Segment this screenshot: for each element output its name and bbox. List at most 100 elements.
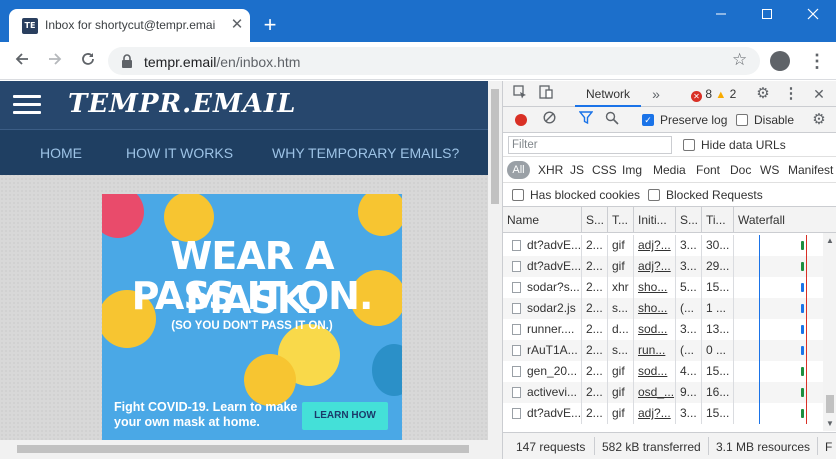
close-devtools-icon[interactable]: ✕ <box>810 85 828 103</box>
more-tabs-icon[interactable]: » <box>647 85 665 103</box>
page-hscroll-thumb[interactable] <box>17 445 469 453</box>
type-filter-doc[interactable]: Doc <box>730 163 751 177</box>
learn-how-button[interactable]: LEARN HOW <box>302 402 388 430</box>
nav-why-temporary-emails[interactable]: WHY TEMPORARY EMAILS? <box>272 145 459 161</box>
profile-avatar-icon[interactable] <box>770 51 790 71</box>
cell-name: gen_20... <box>503 361 581 382</box>
table-row[interactable]: sodar2.js 2... s... sho... (... 1 ... <box>503 298 823 319</box>
tab-network[interactable]: Network <box>575 81 641 107</box>
page-vertical-scrollbar[interactable] <box>488 81 502 440</box>
request-list-scrollbar[interactable]: ▲ ▼ <box>823 233 836 431</box>
type-filter-js[interactable]: JS <box>570 163 584 177</box>
close-window-icon[interactable] <box>790 0 836 30</box>
cell-size: 9... <box>675 382 701 403</box>
request-name: dt?advE... <box>527 238 581 252</box>
column-initiator[interactable]: Initi... <box>633 207 675 233</box>
type-filter-css[interactable]: CSS <box>592 163 617 177</box>
page-scroll-thumb[interactable] <box>491 89 499 204</box>
waterfall-bar <box>801 367 804 376</box>
page-horizontal-scrollbar[interactable] <box>0 440 502 459</box>
browser-tab[interactable]: TE Inbox for shortycut@tempr.emai ✕ <box>9 9 250 42</box>
type-filter-img[interactable]: Img <box>622 163 642 177</box>
record-icon[interactable] <box>515 114 527 126</box>
device-toolbar-icon[interactable] <box>537 85 555 103</box>
tab-close-icon[interactable]: ✕ <box>228 16 246 34</box>
minimize-icon[interactable] <box>698 0 744 30</box>
waterfall-bar <box>801 409 804 418</box>
network-settings-gear-icon[interactable]: ⚙ <box>810 111 828 129</box>
hide-data-urls-checkbox[interactable] <box>683 139 695 151</box>
column-time[interactable]: Ti... <box>701 207 733 233</box>
nav-how-it-works[interactable]: HOW IT WORKS <box>126 145 233 161</box>
cell-initiator[interactable]: sod... <box>633 319 675 340</box>
type-filter-xhr[interactable]: XHR <box>538 163 563 177</box>
request-name: gen_20... <box>527 364 578 378</box>
cell-time: 15... <box>701 403 733 424</box>
cell-initiator[interactable]: adj?... <box>633 235 675 256</box>
column-size[interactable]: S... <box>675 207 701 233</box>
emoji-mask-decoration <box>358 194 402 236</box>
search-icon[interactable] <box>603 111 621 129</box>
filter-input[interactable]: Filter <box>508 136 672 154</box>
new-tab-button[interactable]: + <box>257 12 283 38</box>
cell-initiator[interactable]: run... <box>633 340 675 361</box>
emoji-decoration <box>102 194 144 238</box>
table-row[interactable]: rAuT1A... 2... s... run... (... 0 ... <box>503 340 823 361</box>
type-filter-ws[interactable]: WS <box>760 163 779 177</box>
table-row[interactable]: dt?advE... 2... gif adj?... 3... 30... <box>503 235 823 256</box>
cell-initiator[interactable]: sod... <box>633 361 675 382</box>
type-filter-font[interactable]: Font <box>696 163 720 177</box>
reload-icon[interactable] <box>75 48 101 74</box>
column-name[interactable]: Name <box>503 207 581 233</box>
column-type[interactable]: T... <box>607 207 633 233</box>
site-logo[interactable]: TEMPR.EMAIL <box>68 89 296 119</box>
cell-time: 15... <box>701 277 733 298</box>
request-name: rAuT1A... <box>527 343 578 357</box>
bookmark-star-icon[interactable]: ☆ <box>732 50 747 70</box>
table-row[interactable]: gen_20... 2... gif sod... 4... 15... <box>503 361 823 382</box>
blocked-requests-checkbox[interactable] <box>648 189 660 201</box>
table-row[interactable]: dt?advE... 2... gif adj?... 3... 29... <box>503 256 823 277</box>
type-filter-manifest[interactable]: Manifest <box>788 163 833 177</box>
filter-funnel-icon[interactable] <box>577 111 595 129</box>
type-filter-media[interactable]: Media <box>653 163 686 177</box>
cell-initiator[interactable]: sho... <box>633 277 675 298</box>
table-row[interactable]: runner.... 2... d... sod... 3... 13... <box>503 319 823 340</box>
disable-cache-checkbox[interactable] <box>736 114 748 126</box>
maximize-icon[interactable] <box>744 0 790 30</box>
console-counts[interactable]: ✕ 8 ▲ 2 <box>691 87 736 102</box>
browser-menu-icon[interactable]: ⋮ <box>805 48 829 74</box>
cell-status: 2... <box>581 277 607 298</box>
address-bar[interactable]: tempr.email/en/inbox.htm ☆ <box>108 47 760 75</box>
cell-initiator[interactable]: adj?... <box>633 256 675 277</box>
clear-icon[interactable] <box>540 111 558 129</box>
cell-waterfall <box>733 277 823 298</box>
devtools-menu-icon[interactable]: ⋮ <box>782 85 800 103</box>
request-scroll-thumb[interactable] <box>826 395 834 413</box>
resource-type-filters: All XHR JS CSS Img Media Font Doc WS Man… <box>503 157 836 183</box>
hamburger-menu-icon[interactable] <box>13 95 41 115</box>
nav-home[interactable]: HOME <box>40 145 82 161</box>
waterfall-bar <box>801 325 804 334</box>
column-waterfall[interactable]: Waterfall <box>733 207 836 233</box>
column-status[interactable]: S... <box>581 207 607 233</box>
back-arrow-icon[interactable] <box>9 48 35 74</box>
type-filter-all[interactable]: All <box>507 161 530 179</box>
cell-initiator[interactable]: adj?... <box>633 403 675 424</box>
forward-arrow-icon[interactable] <box>42 48 68 74</box>
has-blocked-cookies-checkbox[interactable] <box>512 189 524 201</box>
cell-status: 2... <box>581 361 607 382</box>
table-row[interactable]: dt?advE... 2... gif adj?... 3... 15... <box>503 403 823 424</box>
cell-type: xhr <box>607 277 633 298</box>
cell-initiator[interactable]: osd_... <box>633 382 675 403</box>
table-row[interactable]: sodar?s... 2... xhr sho... 5... 15... <box>503 277 823 298</box>
cell-initiator[interactable]: sho... <box>633 298 675 319</box>
scroll-down-icon[interactable]: ▼ <box>826 419 834 428</box>
preserve-log-checkbox[interactable]: ✓ <box>642 114 654 126</box>
advertisement-banner[interactable]: WEAR A MASK. PASS IT ON. (SO YOU DON'T P… <box>102 194 402 440</box>
table-row[interactable]: activevi... 2... gif osd_... 9... 16... <box>503 382 823 403</box>
waterfall-bar <box>801 262 804 271</box>
settings-gear-icon[interactable]: ⚙ <box>754 85 772 103</box>
scroll-up-icon[interactable]: ▲ <box>826 236 834 245</box>
inspect-element-icon[interactable] <box>511 85 529 103</box>
